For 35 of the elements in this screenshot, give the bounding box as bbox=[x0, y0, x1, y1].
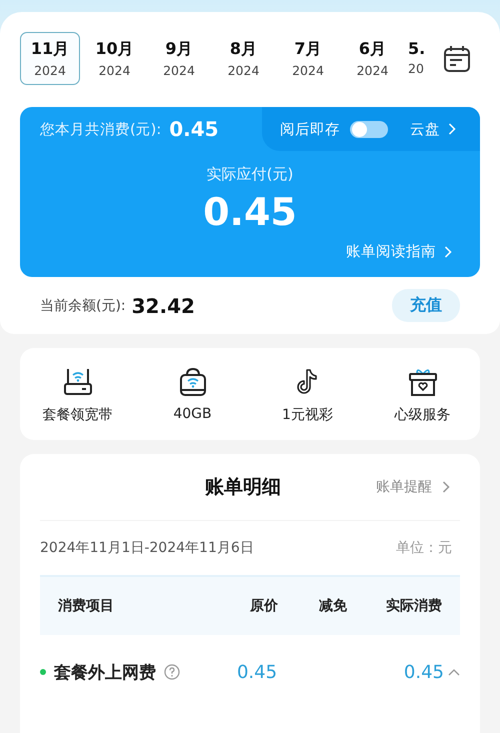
month-tab[interactable]: 10月 2024 bbox=[84, 32, 144, 85]
column-header: 实际消费 bbox=[385, 597, 442, 615]
total-amount: 0.45 bbox=[169, 117, 219, 141]
bill-reminder-link[interactable]: 账单提醒 bbox=[376, 478, 432, 496]
month-tab[interactable]: 5. 20 bbox=[407, 32, 431, 85]
chevron-right-icon[interactable] bbox=[442, 481, 450, 493]
balance-amount: 32.42 bbox=[132, 294, 195, 318]
month-tab[interactable]: 8月 2024 bbox=[214, 32, 274, 85]
month-tab[interactable]: 9月 2024 bbox=[149, 32, 209, 85]
month-tab[interactable]: 11月 2024 bbox=[20, 32, 80, 85]
month-tab[interactable]: 6月 2024 bbox=[342, 32, 402, 85]
column-header: 原价 bbox=[248, 597, 279, 615]
payable-label: 实际应付(元) bbox=[206, 165, 294, 184]
shortcut-label[interactable]: 心级服务 bbox=[394, 406, 450, 424]
router-icon[interactable] bbox=[62, 366, 94, 398]
shortcut-label[interactable]: 1元视彩 bbox=[282, 406, 333, 424]
table-cell: 0.45 bbox=[404, 662, 444, 682]
payable-amount: 0.45 bbox=[202, 190, 298, 234]
column-header: 消费项目 bbox=[58, 597, 115, 615]
total-label: 您本月共消费(元): bbox=[40, 120, 162, 138]
section-title: 账单明细 bbox=[205, 475, 281, 500]
month-tab[interactable]: 7月 2024 bbox=[278, 32, 338, 85]
shortcut-label[interactable]: 40GB bbox=[173, 406, 212, 422]
calendar-icon[interactable] bbox=[442, 44, 472, 74]
save-label: 阅后即存 bbox=[280, 120, 340, 138]
unit-label: 单位：元 bbox=[396, 539, 452, 557]
balance-label: 当前余额(元): bbox=[40, 296, 126, 314]
item-name: 套餐外上网费 bbox=[54, 662, 156, 684]
help-icon[interactable] bbox=[164, 664, 180, 680]
billing-period: 2024年11月1日-2024年11月6日 bbox=[40, 539, 254, 557]
shortcut-label[interactable]: 套餐领宽带 bbox=[42, 406, 112, 424]
column-header: 减免 bbox=[318, 597, 348, 615]
save-toggle[interactable] bbox=[350, 120, 388, 138]
table-cell-text: 0.45 bbox=[236, 662, 278, 682]
caret-icon[interactable] bbox=[448, 668, 460, 676]
